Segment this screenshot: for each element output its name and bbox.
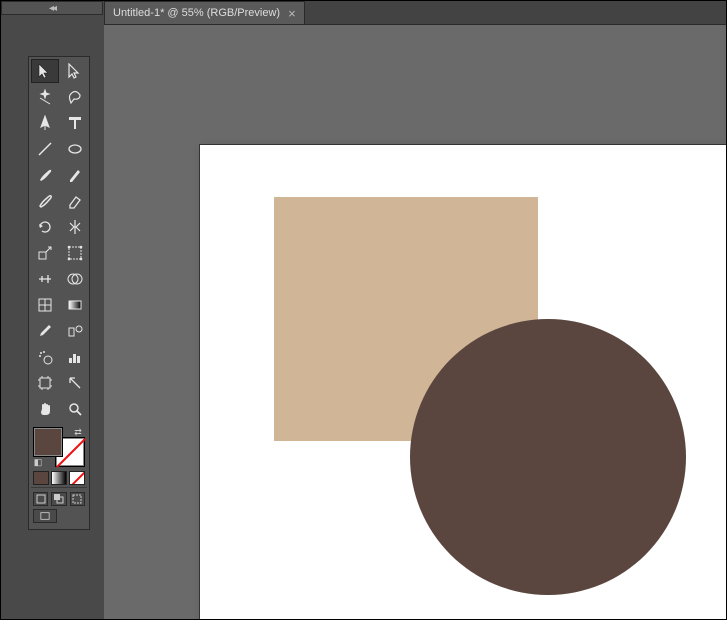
color-mode-solid[interactable] — [33, 471, 49, 485]
pen-tool[interactable] — [31, 111, 59, 135]
mesh-tool[interactable] — [31, 293, 59, 317]
direct-selection-tool[interactable] — [61, 59, 89, 83]
symbol-sprayer-tool[interactable] — [31, 345, 59, 369]
document-viewport[interactable] — [104, 25, 726, 619]
rotate-tool[interactable] — [31, 215, 59, 239]
lasso-tool[interactable] — [61, 85, 89, 109]
shape-builder-tool[interactable] — [61, 267, 89, 291]
magic-wand-tool[interactable] — [31, 85, 59, 109]
artboard-tool[interactable] — [31, 371, 59, 395]
color-mode-gradient[interactable] — [51, 471, 67, 485]
free-transform-tool[interactable] — [61, 241, 89, 265]
ellipse-tool[interactable] — [61, 137, 89, 161]
document-tab-title: Untitled-1* @ 55% (RGB/Preview) — [113, 7, 280, 19]
panel-collapse-button[interactable]: ◂◂ — [1, 1, 103, 15]
column-graph-tool[interactable] — [61, 345, 89, 369]
eraser-tool[interactable] — [61, 189, 89, 213]
draw-normal-icon[interactable] — [33, 492, 48, 506]
screen-mode-row — [33, 492, 85, 506]
paintbrush-tool[interactable] — [31, 163, 59, 187]
gradient-tool[interactable] — [61, 293, 89, 317]
color-mode-none[interactable] — [69, 471, 85, 485]
pencil-tool[interactable] — [61, 163, 89, 187]
document-tab[interactable]: Untitled-1* @ 55% (RGB/Preview) × — [104, 1, 305, 24]
draw-inside-icon[interactable] — [70, 492, 85, 506]
artboard[interactable] — [200, 145, 726, 619]
collapse-glyph: ◂◂ — [49, 3, 55, 14]
slice-tool[interactable] — [61, 371, 89, 395]
blend-tool[interactable] — [61, 319, 89, 343]
eyedropper-tool[interactable] — [31, 319, 59, 343]
color-swatch-area: ⇄ ◧ — [31, 425, 87, 469]
draw-behind-icon[interactable] — [51, 492, 66, 506]
reflect-tool[interactable] — [61, 215, 89, 239]
default-colors-icon[interactable]: ◧ — [31, 455, 45, 469]
hand-tool[interactable] — [31, 397, 59, 421]
screen-mode-button-row — [33, 509, 85, 523]
ellipse-shape[interactable] — [410, 319, 686, 595]
tools-panel: ⇄ ◧ — [28, 56, 90, 530]
document-tab-bar: Untitled-1* @ 55% (RGB/Preview) × — [104, 1, 726, 25]
type-tool[interactable] — [61, 111, 89, 135]
fill-color-swatch[interactable] — [33, 427, 63, 457]
width-tool[interactable] — [31, 267, 59, 291]
blob-brush-tool[interactable] — [31, 189, 59, 213]
zoom-tool[interactable] — [61, 397, 89, 421]
line-segment-tool[interactable] — [31, 137, 59, 161]
fill-mode-row — [33, 471, 85, 485]
selection-tool[interactable] — [31, 59, 59, 83]
screen-mode-button[interactable] — [33, 509, 57, 523]
scale-tool[interactable] — [31, 241, 59, 265]
close-icon[interactable]: × — [288, 7, 296, 20]
